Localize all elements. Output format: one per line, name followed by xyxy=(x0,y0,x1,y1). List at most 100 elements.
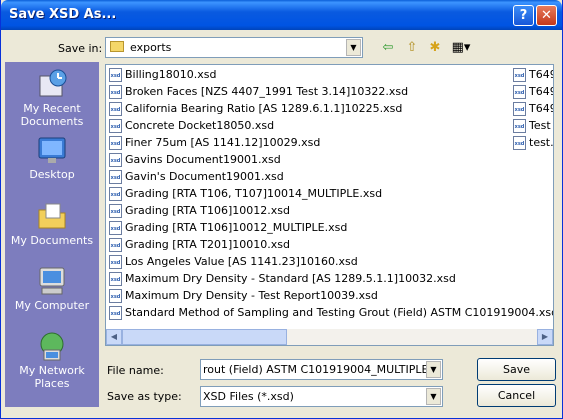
horizontal-scrollbar[interactable]: ◀ ▶ xyxy=(106,329,553,345)
list-item[interactable]: xsd Grading [RTA T201]10010.xsd xyxy=(109,238,290,254)
file-name-text: Concrete Docket18050.xsd xyxy=(125,119,275,132)
xsd-file-icon: xsd xyxy=(109,136,122,150)
xsd-file-icon: xsd xyxy=(109,119,122,133)
xsd-file-icon: xsd xyxy=(109,187,122,201)
xsd-file-icon: xsd xyxy=(513,68,526,82)
back-icon[interactable]: ⇦ xyxy=(378,38,398,58)
file-name-text: Los Angeles Value [AS 1141.23]10160.xsd xyxy=(125,255,358,268)
list-item[interactable]: xsd Gavin's Document19001.xsd xyxy=(109,170,284,186)
xsd-file-icon: xsd xyxy=(109,102,122,116)
xsd-file-icon: xsd xyxy=(513,85,526,99)
title-bar[interactable]: Save XSD As... ? ✕ xyxy=(1,0,562,30)
list-item[interactable]: xsd Billing18010.xsd xyxy=(109,68,216,84)
help-button[interactable]: ? xyxy=(513,5,534,26)
xsd-file-icon: xsd xyxy=(109,255,122,269)
list-item[interactable]: xsd California Bearing Ratio [AS 1289.6.1… xyxy=(109,102,402,118)
list-item[interactable]: xsd Los Angeles Value [AS 1141.23]10160.x… xyxy=(109,255,358,271)
file-name-text: T649 xyxy=(529,102,554,115)
my-documents-icon xyxy=(36,200,68,232)
up-folder-icon[interactable]: ⇧ xyxy=(402,38,422,58)
network-places-icon xyxy=(36,330,68,362)
cancel-button[interactable]: Cancel xyxy=(477,384,556,407)
list-item[interactable]: xsd T649 xyxy=(513,85,554,101)
file-name-text: Grading [RTA T106, T107]10014_MULTIPLE.x… xyxy=(125,187,383,200)
new-folder-icon[interactable]: ✱ xyxy=(425,38,445,58)
file-name-text: Billing18010.xsd xyxy=(125,68,217,81)
list-item[interactable]: xsd Maximum Dry Density - Standard [AS 12… xyxy=(109,272,456,288)
window-title: Save XSD As... xyxy=(9,7,117,22)
file-name-label: File name: xyxy=(107,364,164,377)
xsd-file-icon: xsd xyxy=(109,238,122,252)
close-button[interactable]: ✕ xyxy=(536,5,557,26)
save-as-type-dropdown[interactable]: XSD Files (*.xsd) ▼ xyxy=(200,386,443,407)
place-label: My Recent Documents xyxy=(20,102,84,128)
file-name-text: Grading [RTA T106]10012_MULTIPLE.xsd xyxy=(125,221,348,234)
place-my-documents[interactable]: My Documents xyxy=(5,200,99,247)
chevron-down-icon[interactable]: ▼ xyxy=(426,361,441,378)
file-name-value: rout (Field) ASTM C101919004_MULTIPLE.xs… xyxy=(203,363,427,376)
xsd-file-icon: xsd xyxy=(109,221,122,235)
save-in-dropdown[interactable]: exports ▼ xyxy=(105,37,363,58)
file-name-text: Gavins Document19001.xsd xyxy=(125,153,281,166)
chevron-down-icon[interactable]: ▼ xyxy=(426,388,441,405)
list-item[interactable]: xsd Test xyxy=(513,119,551,135)
place-label: My Computer xyxy=(14,299,90,312)
scroll-left-icon[interactable]: ◀ xyxy=(106,329,122,345)
list-item[interactable]: xsd Finer 75um [AS 1141.12]10029.xsd xyxy=(109,136,320,152)
scroll-right-icon[interactable]: ▶ xyxy=(537,329,553,345)
xsd-file-icon: xsd xyxy=(109,68,122,82)
file-list[interactable]: xsd Billing18010.xsd xsd Broken Faces [NZS … xyxy=(105,64,554,346)
save-button[interactable]: Save xyxy=(477,358,556,381)
save-dialog: Save XSD As... ? ✕ Save in: exports ▼ ⇦ … xyxy=(0,0,563,419)
file-name-text: T649 xyxy=(529,68,554,81)
file-name-text: Grading [RTA T106]10012.xsd xyxy=(125,204,291,217)
xsd-file-icon: xsd xyxy=(513,119,526,133)
file-name-text: Standard Method of Sampling and Testing … xyxy=(125,306,554,319)
xsd-file-icon: xsd xyxy=(109,85,122,99)
list-item[interactable]: xsd Standard Method of Sampling and Testi… xyxy=(109,306,554,322)
xsd-file-icon: xsd xyxy=(109,170,122,184)
place-label: My Documents xyxy=(10,234,94,247)
file-name-text: Gavin's Document19001.xsd xyxy=(125,170,284,183)
save-in-label: Save in: xyxy=(58,42,103,55)
scroll-thumb[interactable] xyxy=(122,329,287,345)
file-name-text: Finer 75um [AS 1141.12]10029.xsd xyxy=(125,136,321,149)
file-name-text: Broken Faces [NZS 4407_1991 Test 3.14]10… xyxy=(125,85,409,98)
file-name-text: test. xyxy=(529,136,554,149)
file-name-text: California Bearing Ratio [AS 1289.6.1.1]… xyxy=(125,102,403,115)
list-item[interactable]: xsd Broken Faces [NZS 4407_1991 Test 3.14… xyxy=(109,85,408,101)
file-name-text: Maximum Dry Density - Test Report10039.x… xyxy=(125,289,378,302)
xsd-file-icon: xsd xyxy=(109,306,122,320)
place-label: My Network Places xyxy=(19,364,85,390)
file-name-field[interactable]: rout (Field) ASTM C101919004_MULTIPLE.xs… xyxy=(200,359,443,380)
chevron-down-icon[interactable]: ▼ xyxy=(346,39,361,56)
my-computer-icon xyxy=(36,265,68,297)
file-name-text: Test xyxy=(529,119,551,132)
file-name-text: Maximum Dry Density - Standard [AS 1289.… xyxy=(125,272,456,285)
list-item[interactable]: xsd T649 xyxy=(513,68,554,84)
xsd-file-icon: xsd xyxy=(109,289,122,303)
file-name-text: T649 xyxy=(529,85,554,98)
views-menu-icon[interactable]: ▦▾ xyxy=(448,38,474,58)
save-as-type-value: XSD Files (*.xsd) xyxy=(203,390,294,403)
place-recent-documents[interactable]: My Recent Documents xyxy=(5,68,99,128)
xsd-file-icon: xsd xyxy=(513,136,526,150)
xsd-file-icon: xsd xyxy=(513,102,526,116)
place-desktop[interactable]: Desktop xyxy=(5,134,99,181)
list-item[interactable]: xsd T649 xyxy=(513,102,554,118)
save-as-type-label: Save as type: xyxy=(107,390,182,403)
list-item[interactable]: xsd Grading [RTA T106]10012.xsd xyxy=(109,204,290,220)
recent-documents-icon xyxy=(36,68,68,100)
place-my-computer[interactable]: My Computer xyxy=(5,265,99,312)
list-item[interactable]: xsd Grading [RTA T106, T107]10014_MULTIPL… xyxy=(109,187,382,203)
list-item[interactable]: xsd Gavins Document19001.xsd xyxy=(109,153,281,169)
xsd-file-icon: xsd xyxy=(109,153,122,167)
desktop-icon xyxy=(36,134,68,166)
xsd-file-icon: xsd xyxy=(109,272,122,286)
list-item[interactable]: xsd Maximum Dry Density - Test Report1003… xyxy=(109,289,378,305)
list-item[interactable]: xsd Grading [RTA T106]10012_MULTIPLE.xsd xyxy=(109,221,347,237)
file-name-text: Grading [RTA T201]10010.xsd xyxy=(125,238,291,251)
list-item[interactable]: xsd test. xyxy=(513,136,554,152)
place-network[interactable]: My Network Places xyxy=(5,330,99,390)
list-item[interactable]: xsd Concrete Docket18050.xsd xyxy=(109,119,274,135)
